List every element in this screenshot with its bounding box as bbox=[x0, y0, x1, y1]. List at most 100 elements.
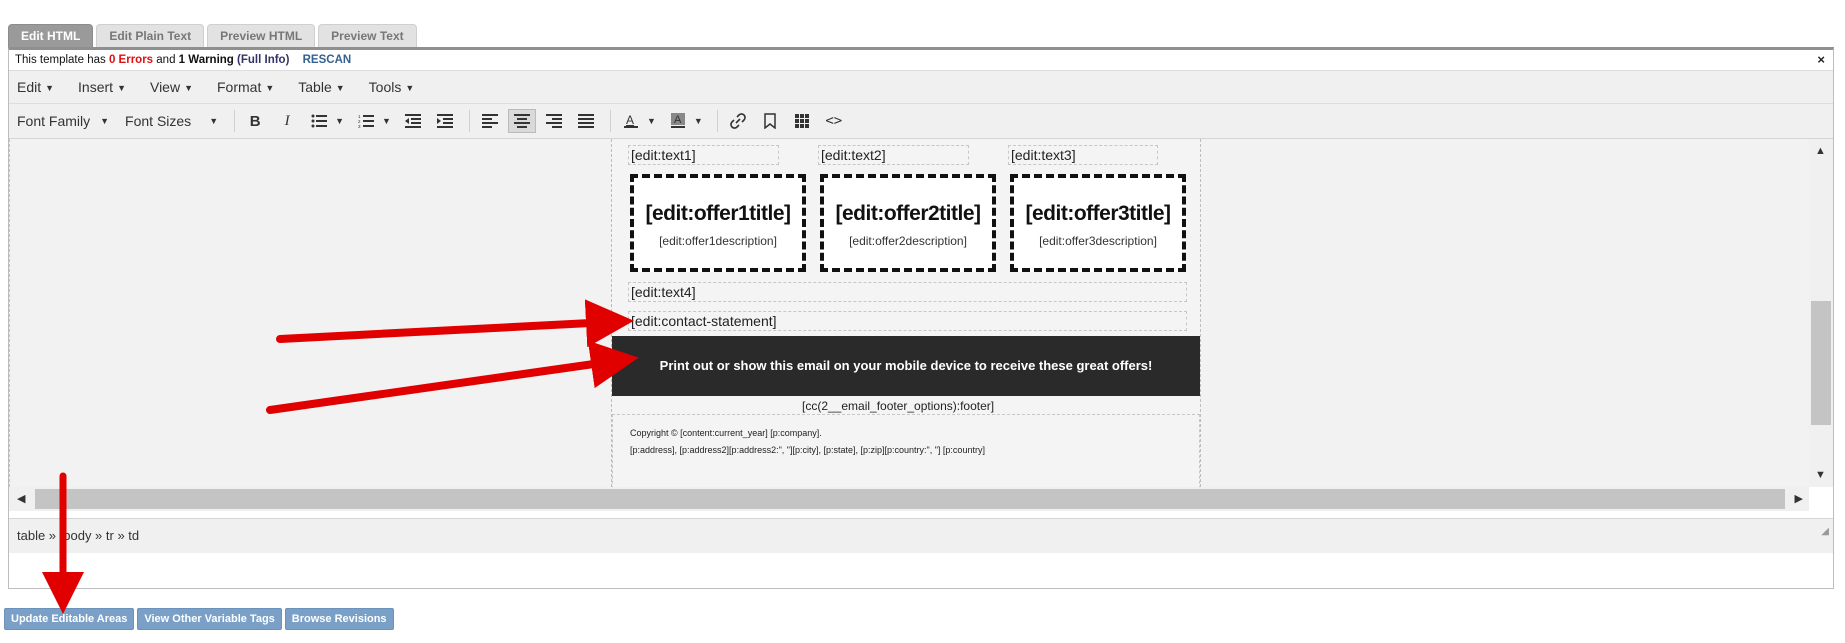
edit-contact-statement[interactable]: [edit:contact-statement] bbox=[628, 311, 1187, 331]
vertical-scroll-thumb[interactable] bbox=[1811, 301, 1831, 425]
horizontal-scrollbar[interactable]: ◀ ▶ bbox=[9, 487, 1809, 511]
menubar: Edit ▼ Insert ▼ View ▼ Format ▼ Table ▼ Tools… bbox=[9, 71, 1833, 104]
warning-prefix: This template has bbox=[15, 54, 106, 66]
caret-down-icon[interactable]: ▼ bbox=[382, 116, 391, 126]
editor-frame: This template has 0 Errors and 1 Warning… bbox=[8, 47, 1834, 589]
scroll-left-icon[interactable]: ◀ bbox=[17, 492, 25, 505]
edit-text1[interactable]: [edit:text1] bbox=[628, 145, 779, 165]
source-code-icon[interactable]: <> bbox=[820, 109, 848, 133]
view-other-variable-tags-button[interactable]: View Other Variable Tags bbox=[137, 608, 282, 630]
align-justify-icon[interactable] bbox=[572, 109, 600, 133]
offer1-title: [edit:offer1title] bbox=[645, 202, 792, 225]
caret-down-icon: ▼ bbox=[184, 83, 193, 94]
table-grid-icon[interactable] bbox=[788, 109, 816, 133]
italic-button[interactable]: I bbox=[273, 109, 301, 133]
toolbar-separator bbox=[468, 110, 470, 132]
bottom-actions: Update Editable Areas View Other Variabl… bbox=[4, 608, 394, 630]
caret-down-icon[interactable]: ▼ bbox=[335, 116, 344, 126]
tab-edit-html[interactable]: Edit HTML bbox=[8, 24, 94, 48]
tab-edit-plain-text[interactable]: Edit Plain Text bbox=[96, 24, 205, 48]
background-color-icon[interactable]: A bbox=[664, 109, 692, 133]
close-warning-icon[interactable]: × bbox=[1817, 50, 1825, 70]
text-color-icon[interactable]: A bbox=[617, 109, 645, 133]
menu-tools[interactable]: Tools ▼ bbox=[369, 79, 415, 95]
copyright-line[interactable]: Copyright © [content:current_year] [p:co… bbox=[630, 428, 822, 438]
caret-down-icon[interactable]: ▼ bbox=[647, 116, 656, 126]
align-left-icon[interactable] bbox=[476, 109, 504, 133]
caret-down-icon: ▼ bbox=[335, 83, 345, 94]
svg-text:3: 3 bbox=[358, 124, 361, 128]
offer2-description: [edit:offer2description] bbox=[849, 234, 967, 248]
tab-preview-html[interactable]: Preview HTML bbox=[207, 24, 316, 48]
edit-text2[interactable]: [edit:text2] bbox=[818, 145, 969, 165]
print-offer-banner: Print out or show this email on your mob… bbox=[612, 336, 1200, 396]
update-editable-areas-button[interactable]: Update Editable Areas bbox=[4, 608, 135, 630]
editor-content-area[interactable]: [edit:text1] [edit:text2] [edit:text3] [… bbox=[9, 139, 1810, 487]
menu-format[interactable]: Format ▼ bbox=[217, 79, 274, 95]
menu-label: Edit bbox=[17, 79, 42, 95]
caret-down-icon: ▼ bbox=[405, 83, 415, 94]
bookmark-icon[interactable] bbox=[756, 109, 784, 133]
caret-down-icon: ▼ bbox=[265, 83, 275, 94]
menu-label: View bbox=[149, 79, 181, 95]
menu-view[interactable]: View ▼ bbox=[150, 79, 193, 95]
footer-tag[interactable]: [cc(2__email_footer_options):footer] bbox=[802, 399, 994, 413]
browse-revisions-button[interactable]: Browse Revisions bbox=[284, 608, 394, 630]
link-icon[interactable] bbox=[724, 109, 752, 133]
format-toolbar: Font Family ▼ Font Sizes ▼ B I ▼ 123 ▼ A… bbox=[9, 104, 1833, 139]
outdent-icon[interactable] bbox=[399, 109, 427, 133]
toolbar-separator bbox=[609, 110, 611, 132]
numbered-list-icon[interactable]: 123 bbox=[352, 109, 380, 133]
vertical-scrollbar[interactable]: ▲ ▼ bbox=[1809, 139, 1833, 487]
warning-count: 1 Warning bbox=[178, 54, 234, 66]
menu-label: Insert bbox=[78, 79, 114, 95]
menu-insert[interactable]: Insert ▼ bbox=[78, 79, 126, 95]
offer1-box[interactable]: [edit:offer1title] [edit:offer1descripti… bbox=[630, 174, 806, 272]
toolbar-separator bbox=[234, 110, 236, 132]
scroll-up-icon[interactable]: ▲ bbox=[1815, 145, 1826, 157]
caret-down-icon: ▼ bbox=[117, 83, 126, 94]
menu-label: Tools bbox=[368, 79, 402, 95]
indent-icon[interactable] bbox=[431, 109, 459, 133]
align-right-icon[interactable] bbox=[540, 109, 568, 133]
email-template-doc: [edit:text1] [edit:text2] [edit:text3] [… bbox=[611, 139, 1201, 487]
element-path-bar: table » tbody » tr » td ◢ bbox=[9, 518, 1833, 553]
menu-edit[interactable]: Edit ▼ bbox=[17, 79, 54, 95]
rescan-link[interactable]: RESCAN bbox=[303, 54, 352, 66]
resize-handle-icon[interactable]: ◢ bbox=[1821, 515, 1829, 549]
error-count: 0 Errors bbox=[108, 54, 154, 66]
editor-tabs: Edit HTML Edit Plain Text Preview HTML P… bbox=[8, 24, 417, 48]
edit-text4[interactable]: [edit:text4] bbox=[628, 282, 1187, 302]
element-path[interactable]: table » tbody » tr » td bbox=[17, 528, 139, 543]
address-line[interactable]: [p:address], [p:address2][p:address2:", … bbox=[630, 445, 985, 455]
scroll-right-icon[interactable]: ▶ bbox=[1795, 492, 1803, 505]
edit-text3[interactable]: [edit:text3] bbox=[1008, 145, 1158, 165]
font-sizes-select[interactable]: Font Sizes ▼ bbox=[125, 113, 218, 129]
offer3-box[interactable]: [edit:offer3title] [edit:offer3descripti… bbox=[1010, 174, 1186, 272]
font-family-select[interactable]: Font Family ▼ bbox=[17, 113, 109, 129]
menu-table[interactable]: Table ▼ bbox=[298, 79, 344, 95]
offer3-title: [edit:offer3title] bbox=[1025, 202, 1172, 225]
menu-label: Format bbox=[217, 79, 262, 95]
menu-label: Table bbox=[298, 79, 332, 95]
offer1-description: [edit:offer1description] bbox=[659, 234, 777, 248]
horizontal-scroll-thumb[interactable] bbox=[35, 489, 1785, 509]
align-center-icon[interactable] bbox=[507, 109, 536, 133]
font-sizes-label: Font Sizes bbox=[125, 113, 192, 129]
full-info-link[interactable]: (Full Info) bbox=[237, 54, 289, 66]
tab-preview-text[interactable]: Preview Text bbox=[318, 24, 417, 48]
warning-and: and bbox=[156, 54, 176, 66]
offer2-title: [edit:offer2title] bbox=[835, 202, 982, 225]
font-family-label: Font Family bbox=[17, 113, 91, 129]
scroll-down-icon[interactable]: ▼ bbox=[1815, 469, 1826, 481]
toolbar-separator bbox=[716, 110, 718, 132]
bullet-list-icon[interactable] bbox=[305, 109, 333, 133]
template-warning-bar: This template has 0 Errors and 1 Warning… bbox=[9, 50, 1833, 71]
caret-down-icon: ▼ bbox=[209, 116, 219, 126]
bold-button[interactable]: B bbox=[241, 109, 269, 133]
offer2-box[interactable]: [edit:offer2title] [edit:offer2descripti… bbox=[820, 174, 996, 272]
offer3-description: [edit:offer3description] bbox=[1039, 234, 1157, 248]
svg-text:A: A bbox=[674, 114, 682, 126]
caret-down-icon: ▼ bbox=[100, 116, 110, 126]
caret-down-icon[interactable]: ▼ bbox=[694, 116, 703, 126]
